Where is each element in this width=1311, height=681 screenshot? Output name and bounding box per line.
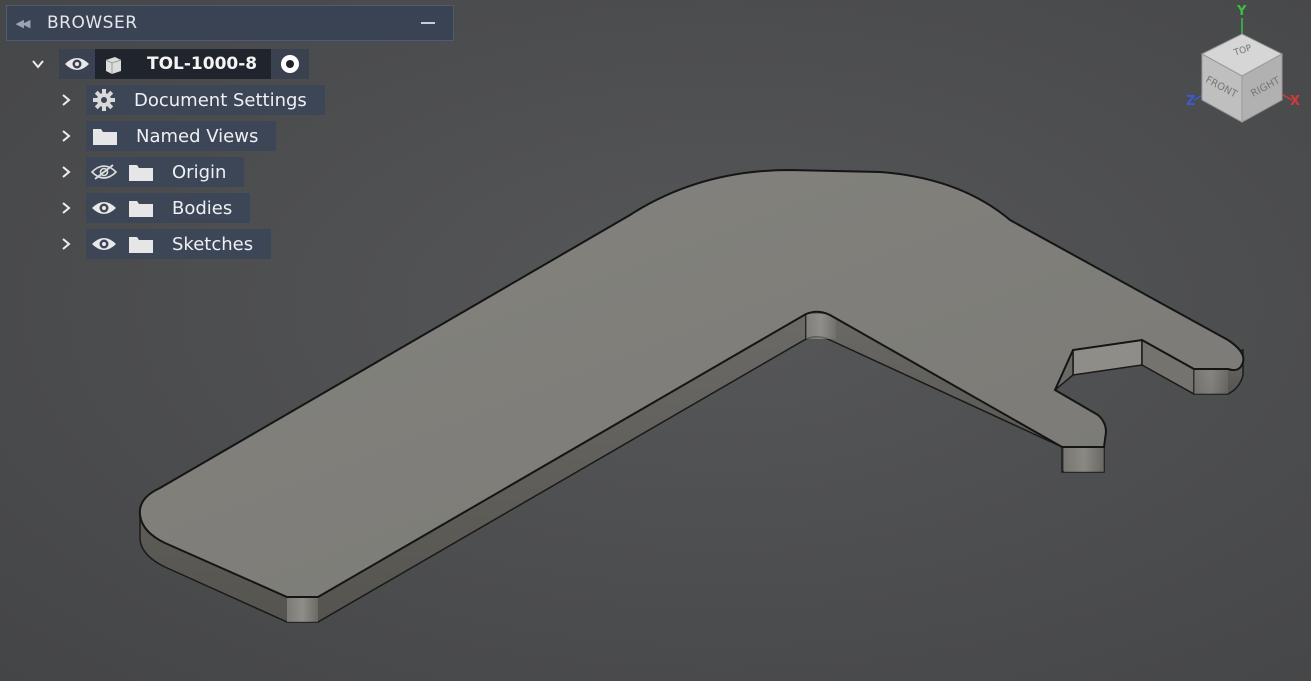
- sketches-node[interactable]: Sketches: [86, 229, 272, 259]
- document-settings-label: Document Settings: [134, 89, 307, 111]
- gear-icon: [86, 85, 122, 115]
- x-axis-label: X: [1290, 94, 1301, 109]
- chevron-down-icon[interactable]: [29, 55, 47, 73]
- folder-icon: [122, 157, 160, 187]
- y-axis-label: Y: [1237, 4, 1247, 19]
- bodies-node[interactable]: Bodies: [86, 193, 251, 223]
- origin-node[interactable]: Origin: [86, 157, 245, 187]
- collapse-panel-icon[interactable]: ◀◀: [7, 17, 37, 30]
- chevron-right-icon[interactable]: [57, 127, 75, 145]
- named-views-label: Named Views: [136, 125, 259, 147]
- bodies-label: Bodies: [172, 197, 233, 219]
- tree-root-row: TOL-1000-8: [29, 49, 310, 79]
- activate-radio[interactable]: [271, 49, 310, 79]
- origin-label: Origin: [172, 161, 227, 183]
- tree-item-sketches: Sketches: [57, 229, 272, 259]
- chevron-right-icon[interactable]: [57, 91, 75, 109]
- folder-icon: [86, 121, 124, 151]
- minimize-icon[interactable]: [421, 22, 435, 24]
- sketches-label: Sketches: [172, 233, 254, 255]
- browser-title: BROWSER: [47, 13, 138, 33]
- eye-hidden-icon[interactable]: [86, 157, 122, 187]
- radio-icon: [281, 55, 300, 73]
- chevron-right-icon[interactable]: [57, 163, 75, 181]
- component-cube-icon: [95, 49, 131, 79]
- tree-item-origin: Origin: [57, 157, 245, 187]
- z-axis-label: Z: [1186, 94, 1196, 109]
- chevron-right-icon[interactable]: [57, 235, 75, 253]
- eye-icon[interactable]: [59, 49, 95, 79]
- folder-icon: [122, 229, 160, 259]
- chevron-right-icon[interactable]: [57, 199, 75, 217]
- document-settings-node[interactable]: Document Settings: [86, 85, 325, 115]
- root-component[interactable]: TOL-1000-8: [59, 49, 310, 79]
- tree-item-named-views: Named Views: [57, 121, 277, 151]
- folder-icon: [122, 193, 160, 223]
- view-cube[interactable]: TOP FRONT RIGHT Y Z X: [1180, 4, 1305, 129]
- browser-panel-header: ◀◀ BROWSER: [6, 5, 454, 41]
- eye-icon[interactable]: [86, 193, 122, 223]
- tree-item-document-settings: Document Settings: [57, 85, 325, 115]
- named-views-node[interactable]: Named Views: [86, 121, 277, 151]
- root-component-name: TOL-1000-8: [131, 49, 272, 79]
- tree-item-bodies: Bodies: [57, 193, 251, 223]
- eye-icon[interactable]: [86, 229, 122, 259]
